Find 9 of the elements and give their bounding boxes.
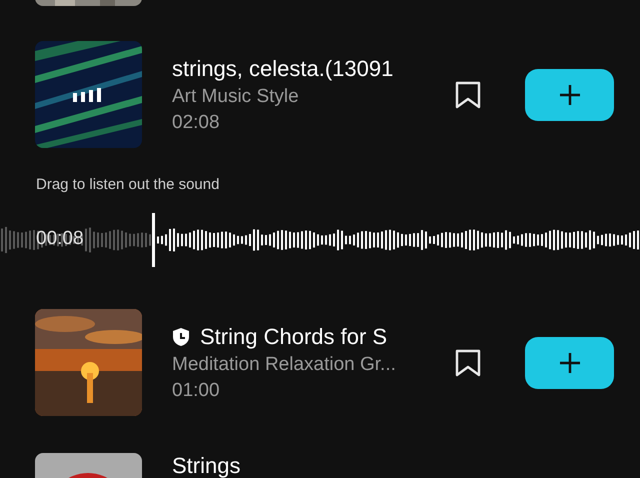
playback-time: 00:08 — [36, 228, 84, 250]
track-duration: 02:08 — [172, 112, 221, 134]
track-title: String Chords for S — [200, 324, 388, 350]
hint-text: Drag to listen out the sound — [35, 176, 220, 193]
track-title: strings, celesta.(13091 — [172, 56, 394, 82]
artist-name: Meditation Relaxation Gr... — [172, 354, 397, 376]
track-title: Strings — [172, 453, 242, 478]
track-duration: 01:00 — [172, 380, 221, 402]
artist-name: Art Music Style — [172, 86, 300, 108]
